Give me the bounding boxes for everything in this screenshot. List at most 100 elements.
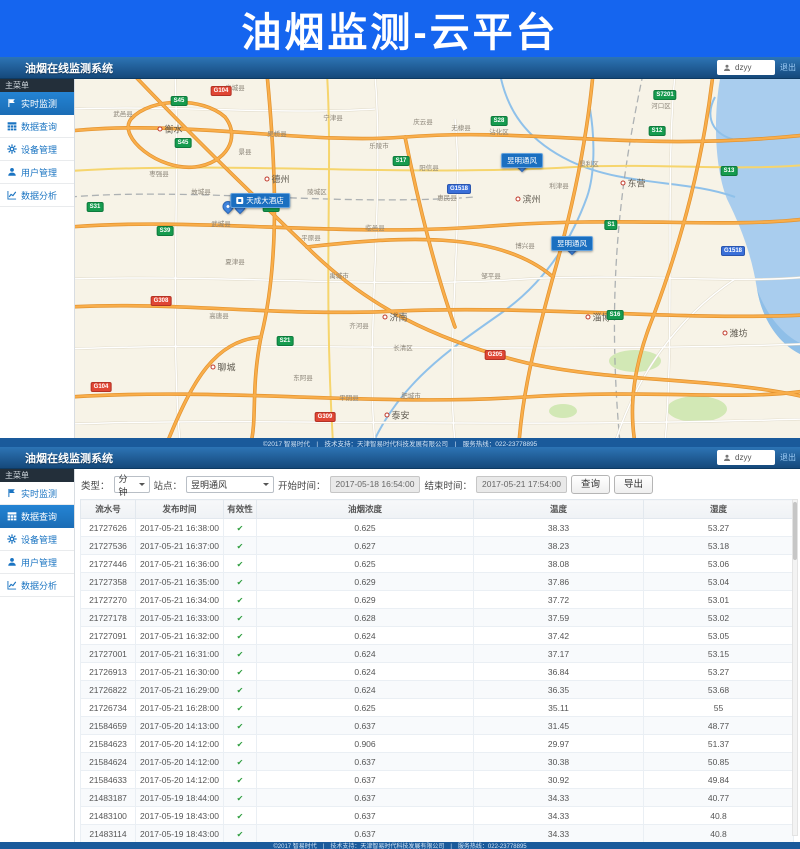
map-city-label: 肥城市 [401, 390, 421, 400]
road-shield: S21 [277, 336, 294, 346]
table-row[interactable]: 217276262017-05-21 16:38:00✔0.62538.3353… [81, 519, 794, 537]
search-button[interactable]: 查询 [571, 475, 610, 494]
start-time-label: 开始时间： [278, 478, 326, 492]
table-row[interactable]: 217274462017-05-21 16:36:00✔0.62538.0853… [81, 555, 794, 573]
table-row[interactable]: 215846332017-05-20 14:12:00✔0.63730.9249… [81, 771, 794, 789]
chart-icon [7, 580, 17, 590]
valid-check-icon: ✔ [237, 542, 244, 551]
map-city-label: 德州 [264, 173, 289, 186]
valid-check-icon: ✔ [237, 524, 244, 533]
user-menu[interactable]: dzyy [717, 450, 775, 465]
top-navbar: 油烟在线监测系统 dzyy 退出 [0, 447, 800, 469]
sidebar-item-data-query[interactable]: 数据查询 [0, 505, 74, 528]
map-canvas[interactable]: 衡水德州滨州东营聊城济南淄博泰安潍坊阜城县武邑县枣强县故城县景县吴桥县宁津县陵城… [75, 79, 800, 438]
map-city-label: 故城县 [191, 186, 211, 196]
scrollbar-thumb[interactable] [793, 502, 797, 560]
map-city-label: 东营 [620, 177, 645, 190]
table-row[interactable]: 217272702017-05-21 16:34:00✔0.62937.7253… [81, 591, 794, 609]
map-city-label: 潍坊 [722, 327, 747, 340]
sidebar-item-data-query[interactable]: 数据查询 [0, 115, 74, 138]
table-row[interactable]: 217275362017-05-21 16:37:00✔0.62738.2353… [81, 537, 794, 555]
table-row[interactable]: 214831002017-05-19 18:43:00✔0.63734.3340… [81, 807, 794, 825]
sidebar-item-analysis[interactable]: 数据分析 [0, 184, 74, 207]
road-shield: S12 [649, 126, 666, 136]
map-city-label: 滨州 [515, 193, 540, 206]
logout-link[interactable]: 退出 [780, 452, 796, 463]
road-shield: S16 [607, 310, 624, 320]
table-row[interactable]: 217270912017-05-21 16:32:00✔0.62437.4253… [81, 627, 794, 645]
sidebar-item-user[interactable]: 用户管理 [0, 551, 74, 574]
sidebar-menu: 实时监测数据查询设备管理用户管理数据分析 [0, 92, 74, 207]
map-site-tooltip[interactable]: 天成大酒店 [230, 193, 290, 208]
person-icon [7, 557, 17, 567]
valid-check-icon: ✔ [237, 560, 244, 569]
logout-link[interactable]: 退出 [780, 62, 796, 73]
sidebar-item-device[interactable]: 设备管理 [0, 138, 74, 161]
table-row[interactable]: 214831142017-05-19 18:43:00✔0.63734.3340… [81, 825, 794, 843]
column-header: 湿度 [644, 500, 794, 519]
site-select[interactable]: 昱明通风 [186, 476, 274, 493]
data-table: 流水号发布时间有效性油烟浓度温度湿度 217276262017-05-21 16… [80, 499, 794, 849]
road-shield: G309 [315, 412, 336, 422]
valid-check-icon: ✔ [237, 794, 244, 803]
brand-title: 油烟在线监测系统 [25, 60, 113, 76]
map-site-tooltip[interactable]: 昱明通风 [551, 236, 593, 251]
start-time-input[interactable]: 2017-05-18 16:54:00 [330, 476, 421, 493]
end-time-input[interactable]: 2017-05-21 17:54:00 [476, 476, 567, 493]
sidebar: 主菜单 实时监测数据查询设备管理用户管理数据分析 [0, 79, 75, 438]
user-menu[interactable]: dzyy [717, 60, 775, 75]
valid-check-icon: ✔ [237, 614, 244, 623]
table-row[interactable]: 217270012017-05-21 16:31:00✔0.62437.1753… [81, 645, 794, 663]
sidebar-item-device[interactable]: 设备管理 [0, 528, 74, 551]
chart-icon [7, 190, 17, 200]
grid-icon [7, 121, 17, 131]
column-header: 温度 [474, 500, 644, 519]
sidebar-item-realtime[interactable]: 实时监测 [0, 482, 74, 505]
road-shield: S1 [604, 220, 617, 230]
map-city-label: 平阴县 [339, 392, 359, 402]
city-marker-icon [384, 413, 389, 418]
map-city-label: 利津县 [549, 180, 569, 190]
road-shield: S39 [157, 226, 174, 236]
poi-icon [236, 197, 243, 204]
road-shield: G104 [91, 382, 112, 392]
export-button[interactable]: 导出 [614, 475, 653, 494]
valid-check-icon: ✔ [237, 650, 244, 659]
map-city-label: 临邑县 [365, 222, 385, 232]
table-row[interactable]: 217269132017-05-21 16:30:00✔0.62436.8453… [81, 663, 794, 681]
valid-check-icon: ✔ [237, 740, 244, 749]
table-row[interactable]: 215846592017-05-20 14:13:00✔0.63731.4548… [81, 717, 794, 735]
table-row[interactable]: 215846232017-05-20 14:12:00✔0.90629.9751… [81, 735, 794, 753]
table-row[interactable]: 215846242017-05-20 14:12:00✔0.63730.3850… [81, 753, 794, 771]
column-header: 发布时间 [136, 500, 224, 519]
table-row[interactable]: 217273582017-05-21 16:35:00✔0.62937.8653… [81, 573, 794, 591]
user-icon [723, 64, 731, 72]
map-city-label: 武城县 [211, 218, 231, 228]
sidebar-item-analysis[interactable]: 数据分析 [0, 574, 74, 597]
copyright-footer: ©2017 智易时代 | 技术支持：天津智易时代科技发展有限公司 | 服务热线：… [0, 438, 800, 447]
table-row[interactable]: 217267342017-05-21 16:28:00✔0.62535.1155 [81, 699, 794, 717]
sidebar-item-realtime[interactable]: 实时监测 [0, 92, 74, 115]
sidebar-item-user[interactable]: 用户管理 [0, 161, 74, 184]
valid-check-icon: ✔ [237, 830, 244, 839]
column-header: 油烟浓度 [257, 500, 474, 519]
map-city-label: 平原县 [301, 232, 321, 242]
road-shield: S13 [721, 166, 738, 176]
table-row[interactable]: 214831872017-05-19 18:44:00✔0.63734.3340… [81, 789, 794, 807]
valid-check-icon: ✔ [237, 704, 244, 713]
map-city-label: 沾化区 [489, 126, 509, 136]
brand-title: 油烟在线监测系统 [25, 450, 113, 466]
app-root: 油烟监测-云平台 油烟在线监测系统 dzyy 退出 主菜单 实时监测数据查询设备… [0, 0, 800, 849]
table-scrollbar[interactable] [792, 499, 798, 836]
map-city-label: 禹城市 [329, 270, 349, 280]
road-shield: G308 [151, 296, 172, 306]
grid-icon [7, 511, 17, 521]
table-row[interactable]: 217268222017-05-21 16:29:00✔0.62436.3553… [81, 681, 794, 699]
map-city-label: 景县 [239, 146, 252, 156]
valid-check-icon: ✔ [237, 776, 244, 785]
type-select[interactable]: 分钟 [114, 476, 150, 493]
filter-bar: 类型： 分钟 站点： 昱明通风 开始时间： 2017-05-18 16:54:0… [80, 472, 797, 499]
map-site-tooltip[interactable]: 昱明通风 [501, 153, 543, 168]
table-row[interactable]: 217271782017-05-21 16:33:00✔0.62837.5953… [81, 609, 794, 627]
city-marker-icon [585, 315, 590, 320]
